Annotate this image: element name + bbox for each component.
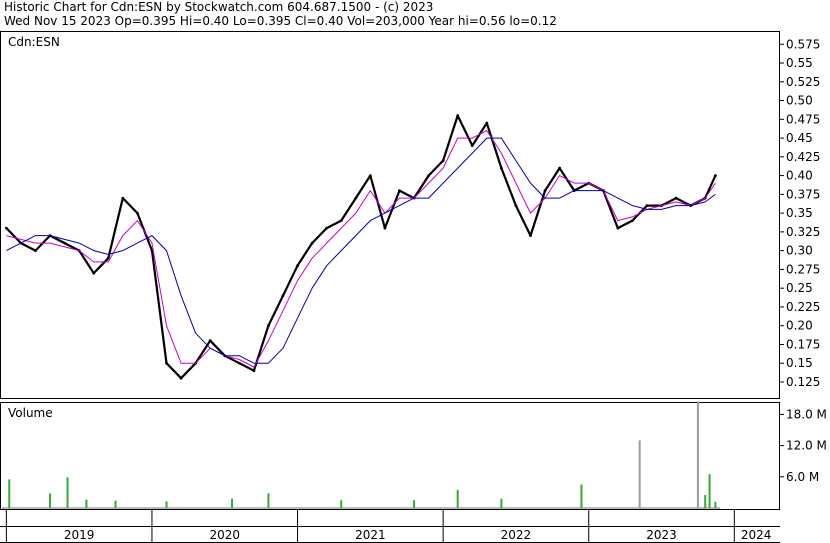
price-point [558, 166, 562, 170]
price-point [674, 196, 678, 200]
volume-bar [66, 477, 69, 508]
price-point [208, 339, 212, 343]
price-tick-label: 0.425 [786, 150, 820, 164]
volume-tick-label: 6.0 M [786, 470, 819, 484]
volume-bar [500, 498, 503, 508]
volume-panel-label: Volume [8, 406, 53, 420]
price-point [543, 189, 547, 193]
moving-average-long-line [6, 137, 716, 364]
volume-tick-label: 12.0 M [786, 439, 827, 453]
price-tick-label: 0.45 [786, 131, 813, 145]
volume-bar [49, 493, 52, 508]
volume-bar [638, 440, 641, 508]
price-point [34, 249, 37, 253]
volume-tick-label: 18.0 M [786, 407, 827, 421]
price-tick-label: 0.225 [786, 300, 820, 314]
price-point [135, 211, 139, 215]
price-point [485, 121, 489, 125]
price-point [121, 196, 125, 200]
price-point [383, 226, 387, 230]
price-point [267, 324, 270, 328]
price-point [470, 144, 474, 147]
price-point [427, 174, 430, 177]
price-point [281, 294, 285, 298]
volume-bar [8, 479, 11, 508]
moving-average-short-line [6, 130, 716, 368]
volume-bar [267, 493, 270, 508]
price-point [616, 226, 620, 230]
price-point [339, 219, 343, 223]
price-point [368, 174, 372, 177]
volume-bar [413, 500, 416, 508]
price-tick-label: 0.125 [786, 375, 820, 389]
price-point [296, 264, 299, 268]
price-tick-label: 0.175 [786, 337, 820, 351]
year-label: 2023 [646, 528, 677, 542]
volume-bar [704, 495, 707, 508]
price-point [529, 234, 532, 238]
volume-bar [708, 474, 711, 508]
price-tick-label: 0.30 [786, 244, 813, 258]
volume-bar [456, 489, 459, 508]
price-point [310, 241, 314, 245]
price-tick-label: 0.575 [786, 37, 820, 51]
volume-bar [696, 401, 699, 508]
volume-bars [2, 401, 720, 509]
price-point [499, 166, 503, 170]
stock-chart: Cdn:ESN Volume 0.5750.550.5250.500.4750.… [0, 31, 827, 543]
year-label: 2019 [64, 528, 95, 542]
volume-bar [231, 498, 234, 508]
year-label: 2020 [209, 528, 240, 542]
price-point [456, 114, 460, 117]
price-point [645, 204, 649, 208]
price-point [441, 159, 445, 162]
price-tick-label: 0.525 [786, 75, 820, 89]
volume-bar [165, 501, 168, 508]
price-point [252, 369, 256, 373]
price-point [237, 361, 241, 365]
price-tick-label: 0.40 [786, 169, 813, 183]
price-tick-label: 0.375 [786, 187, 820, 201]
volume-bar [580, 484, 583, 508]
volume-bar [340, 500, 343, 508]
volume-bar [85, 499, 88, 508]
price-tick-label: 0.55 [786, 56, 813, 70]
price-point [713, 174, 717, 177]
year-label: 2024 [741, 528, 772, 542]
year-label: 2022 [501, 528, 532, 542]
price-point [4, 226, 8, 230]
price-tick-label: 0.20 [786, 319, 813, 333]
price-line [5, 114, 717, 380]
price-point [179, 376, 183, 380]
volume-panel-frame [0, 402, 780, 510]
price-tick-label: 0.475 [786, 112, 820, 126]
price-point [92, 271, 96, 275]
price-tick-label: 0.25 [786, 281, 813, 295]
year-label: 2021 [355, 528, 386, 542]
price-tick-label: 0.35 [786, 206, 813, 220]
price-point [354, 196, 358, 200]
price-point [325, 226, 329, 230]
price-point [63, 241, 67, 245]
price-point [514, 204, 518, 208]
price-series-group [4, 114, 717, 380]
price-panel-label: Cdn:ESN [8, 35, 60, 49]
price-tick-label: 0.15 [786, 356, 813, 370]
price-y-axis: 0.575 0.55 0.525 0.50 0.475 0.45 0.425 0.40 0.37… [780, 37, 820, 389]
price-point [165, 361, 168, 365]
volume-y-axis: 18.0 M 12.0 M 6.0 M [780, 407, 827, 484]
price-tick-label: 0.275 [786, 262, 820, 276]
price-tick-label: 0.325 [786, 225, 820, 239]
price-point [631, 219, 634, 223]
volume-bar [114, 500, 117, 508]
price-tick-label: 0.50 [786, 94, 813, 108]
volume-bar [714, 501, 717, 508]
price-point [398, 189, 401, 193]
